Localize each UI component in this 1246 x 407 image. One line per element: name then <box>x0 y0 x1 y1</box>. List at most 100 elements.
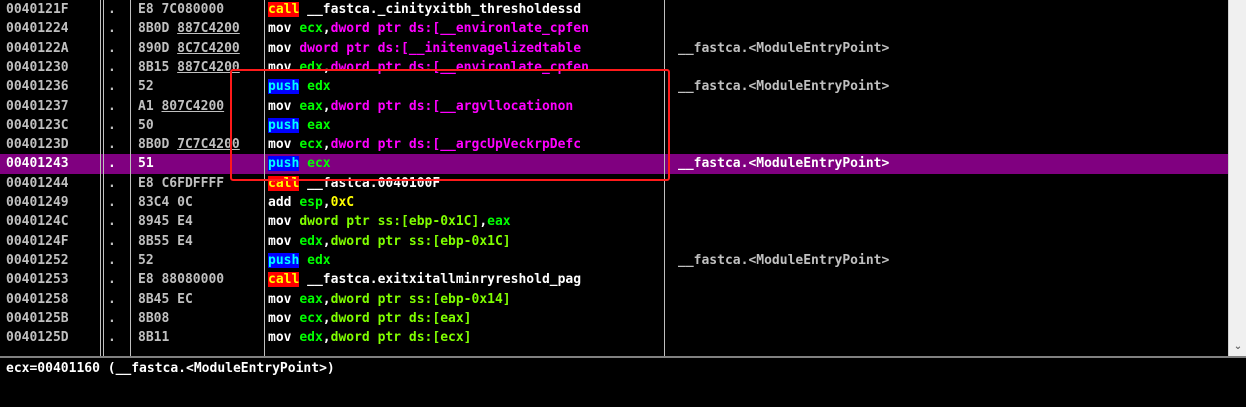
comment-cell <box>678 0 1218 19</box>
instruction-token: , <box>322 21 331 37</box>
column-divider <box>100 0 101 356</box>
instruction-token: dword ptr ds:[ <box>330 21 441 37</box>
hex-bytes-cell: E8 C6FDFFFF <box>138 175 225 191</box>
code-row[interactable]: 00401224. 8B0D 887C4200 mov ecx,dword ptr … <box>0 19 1228 38</box>
code-row[interactable]: 0040125B. 8B08 mov ecx,dword ptr ds:[eax] <box>0 309 1228 328</box>
code-row[interactable]: 00401230. 8B15 887C4200 mov edx,dword ptr … <box>0 58 1228 77</box>
marker-cell: . <box>108 59 116 75</box>
marker-cell: . <box>108 137 116 153</box>
instruction-cell: mov dword ptr ss:[ebp-0x1C],eax <box>268 212 664 231</box>
instruction-token: dword ptr ds:[ <box>330 98 441 114</box>
chevron-down-icon[interactable]: ⌄ <box>1232 342 1244 352</box>
address-cell: 0040122A <box>6 40 69 56</box>
instruction-token: , <box>322 291 331 307</box>
code-row[interactable]: 00401253. E8 88080000 call __fastca.exitxi… <box>0 270 1228 289</box>
instruction-token: dword ptr ds:[ecx] <box>330 330 472 346</box>
instruction-token: edx <box>299 59 323 75</box>
instruction-token: dword ptr ds:[eax] <box>330 310 472 326</box>
address-cell: 00401258 <box>6 291 69 307</box>
hex-bytes-cell: A1 807C4200 <box>138 97 262 116</box>
instruction-token: call <box>268 272 300 288</box>
hex-bytes-cell: 8B0D 7C7C4200 <box>138 135 262 154</box>
instruction-token: __fastca._cinityxitbh_thresholdessd <box>307 2 582 17</box>
instruction-token: __initenvagelizedtable <box>408 40 582 56</box>
instruction-token: mov <box>268 291 292 307</box>
code-row[interactable]: 0040124F. 8B55 E4 mov edx,dword ptr ss:[eb… <box>0 232 1228 251</box>
instruction-token: , <box>322 233 331 249</box>
instruction-token: add <box>268 195 292 210</box>
hex-opcode: A1 <box>138 98 162 114</box>
hex-opcode: 8B15 <box>138 59 178 75</box>
comment-cell <box>678 58 1218 77</box>
instruction-token <box>299 176 307 191</box>
column-divider <box>664 0 665 356</box>
vertical-scrollbar[interactable]: ⌄ <box>1228 0 1246 356</box>
hex-bytes-cell: E8 7C080000 <box>138 2 225 17</box>
comment-cell <box>678 290 1218 309</box>
hex-bytes-cell: 8B08 <box>138 310 170 326</box>
comment-cell <box>678 135 1218 154</box>
address-cell: 0040125D <box>6 330 69 346</box>
address-cell: 00401249 <box>6 195 69 210</box>
hex-address-operand: 807C4200 <box>161 98 225 114</box>
marker-cell: . <box>108 233 116 249</box>
code-row[interactable]: 00401252. 52 push edx __fastca.<ModuleEntry… <box>0 251 1228 270</box>
address-cell: 00401243 <box>6 156 69 172</box>
code-row[interactable]: 0040125D. 8B11 mov edx,dword ptr ds:[ecx] <box>0 328 1228 347</box>
hex-bytes-cell: 8B15 887C4200 <box>138 58 262 77</box>
comment-cell <box>678 212 1218 231</box>
marker-cell: . <box>108 310 116 326</box>
instruction-token <box>299 2 307 17</box>
comment-cell: __fastca.<ModuleEntryPoint> <box>678 40 890 56</box>
disassembly-pane[interactable]: 0040121F. E8 7C080000 call __fastca._cinit… <box>0 0 1228 356</box>
selected-code-row[interactable]: 00401243. 51 push ecx __fastca.<ModuleEntry… <box>0 154 1228 174</box>
instruction-token: mov <box>268 330 292 346</box>
instruction-token: , <box>479 214 488 230</box>
instruction-token: ecx <box>299 310 323 326</box>
hex-bytes-cell: 890D 8C7C4200 <box>138 39 262 58</box>
comment-cell <box>678 116 1218 135</box>
address-cell: 00401253 <box>6 272 69 288</box>
code-row[interactable]: 00401249. 83C4 0C add esp,0xC <box>0 193 1228 212</box>
address-cell: 0040124C <box>6 214 69 230</box>
instruction-token: mov <box>268 59 292 75</box>
instruction-token: edx <box>299 330 323 346</box>
instruction-token: mov <box>268 233 292 249</box>
instruction-token: edx <box>307 252 331 268</box>
instruction-cell: mov ecx,dword ptr ds:[__environlate_cpfe… <box>268 19 664 38</box>
address-cell: 00401244 <box>6 175 69 191</box>
code-row[interactable]: 0040124C. 8945 E4 mov dword ptr ss:[ebp-0x… <box>0 212 1228 231</box>
marker-cell: . <box>108 98 116 114</box>
marker-cell: . <box>108 272 116 288</box>
column-divider <box>103 0 104 356</box>
instruction-token: , <box>322 310 331 326</box>
instruction-token: eax <box>299 98 323 114</box>
column-divider <box>130 0 131 356</box>
instruction-token <box>299 253 307 268</box>
instruction-cell: push eax <box>268 116 664 135</box>
code-row[interactable]: 00401237. A1 807C4200 mov eax,dword ptr ds… <box>0 97 1228 116</box>
instruction-token: , <box>322 98 331 114</box>
instruction-token: mov <box>268 21 292 37</box>
code-row[interactable]: 0040121F. E8 7C080000 call __fastca._cinit… <box>0 0 1228 19</box>
code-row[interactable]: 00401244. E8 C6FDFFFF call __fastca.004010… <box>0 174 1228 193</box>
address-cell: 00401224 <box>6 21 69 37</box>
comment-cell: __fastca.<ModuleEntryPoint> <box>678 156 890 172</box>
hex-bytes-cell: 52 <box>138 79 154 95</box>
address-cell: 00401252 <box>6 252 69 268</box>
hex-bytes-cell: 8B55 E4 <box>138 233 193 249</box>
instruction-token: push <box>268 252 300 268</box>
code-row[interactable]: 0040123C. 50 push eax <box>0 116 1228 135</box>
instruction-token: 0xC <box>330 195 355 210</box>
comment-cell: __fastca.<ModuleEntryPoint> <box>678 252 890 268</box>
code-row[interactable]: 00401236. 52 push edx __fastca.<ModuleEntry… <box>0 77 1228 96</box>
hex-opcode: 890D <box>138 40 178 56</box>
code-row[interactable]: 0040123D. 8B0D 7C7C4200 mov ecx,dword ptr … <box>0 135 1228 154</box>
instruction-token: __argcUpVeckrpDefc <box>440 137 582 153</box>
instruction-cell: push edx <box>268 77 664 96</box>
code-row[interactable]: 00401258. 8B45 EC mov eax,dword ptr ss:[eb… <box>0 290 1228 309</box>
hex-bytes-cell: 8945 E4 <box>138 214 193 230</box>
code-row[interactable]: 0040122A. 890D 8C7C4200 mov dword ptr ds:[… <box>0 39 1228 58</box>
instruction-token: push <box>268 79 300 95</box>
marker-cell: . <box>108 117 116 133</box>
